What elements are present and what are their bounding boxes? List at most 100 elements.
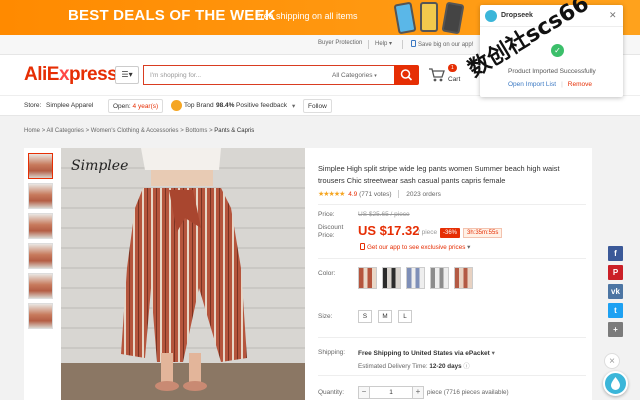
more-share-icon[interactable]: + [608, 322, 623, 337]
product-thumbnail[interactable] [28, 303, 53, 329]
menu-icon: ☰▾ [121, 70, 133, 79]
product-thumbnail[interactable] [28, 183, 53, 209]
breadcrumb: Home > All Categories > Women's Clothing… [24, 128, 255, 134]
color-swatch[interactable] [406, 267, 425, 289]
app-exclusive-link[interactable]: Get our app to see exclusive prices ▾ [360, 243, 470, 251]
quantity-increase-button[interactable]: + [412, 386, 424, 399]
open-import-list-link[interactable]: Open Import List [508, 81, 556, 88]
page: BEST DEALS OF THE WEEK Free shipping on … [0, 0, 640, 400]
original-price: US $25.65 / piece [358, 211, 410, 218]
dropseek-icon [611, 377, 620, 390]
discount-badge: -36% [440, 228, 461, 238]
size-option-s[interactable]: S [358, 310, 372, 323]
top-brand-medal-icon [171, 100, 182, 111]
breadcrumb-bottoms[interactable]: Bottoms [185, 128, 207, 134]
app-promo-link[interactable]: Save big on our app! [411, 40, 473, 48]
cart-label: Cart [448, 76, 461, 83]
shipping-method[interactable]: Free Shipping to United States via ePack… [358, 349, 495, 357]
discount-price: US $17.32 [358, 223, 420, 238]
color-swatch[interactable] [382, 267, 401, 289]
store-bar: Store: Simplee Apparel Open: 4 year(s) T… [0, 95, 640, 116]
aliexpress-logo[interactable]: AliExpress [24, 64, 118, 86]
divider [318, 375, 586, 376]
store-open-badge: Open: 4 year(s) [108, 99, 164, 113]
color-label: Color: [318, 270, 336, 277]
cart-button[interactable]: 1 Cart [428, 64, 468, 85]
popup-actions: Open Import List | Remove [508, 81, 592, 88]
vk-share-icon[interactable]: vk [608, 284, 623, 299]
quantity-availability: piece (7716 pieces available) [427, 389, 509, 396]
divider [318, 204, 586, 205]
follow-button[interactable]: Follow [303, 99, 332, 113]
chevron-down-icon[interactable]: ▾ [292, 102, 295, 110]
discount-price-label-2: Price: [318, 232, 335, 239]
product-photo [61, 148, 305, 400]
color-swatch[interactable] [454, 267, 473, 289]
breadcrumb-all-categories[interactable]: All Categories [47, 128, 84, 134]
chevron-down-icon: ▾ [467, 244, 471, 251]
size-option-l[interactable]: L [398, 310, 412, 323]
top-brand-label: Top Brand [184, 102, 214, 109]
votes-link[interactable]: (771 votes) [359, 191, 392, 198]
help-label: Help [375, 41, 388, 47]
per-piece-label: / piece [418, 229, 438, 236]
search-input[interactable]: I'm shopping for... [143, 65, 326, 85]
product-thumbnail[interactable] [28, 213, 53, 239]
cart-count-badge: 1 [448, 64, 457, 72]
price-label: Price: [318, 211, 335, 218]
delivery-time: Estimated Delivery Time: 12-20 days ⓘ [358, 363, 470, 370]
shipping-label: Shipping: [318, 349, 346, 356]
banner-subtitle: Free shipping on all items [255, 11, 358, 21]
size-label: Size: [318, 313, 333, 320]
store-name-link[interactable]: Simplee Apparel [46, 102, 93, 109]
product-thumbnail[interactable] [28, 153, 53, 179]
quantity-decrease-button[interactable]: − [358, 386, 370, 399]
search-icon [400, 69, 413, 81]
help-link[interactable]: Help ▾ [375, 40, 392, 47]
size-option-m[interactable]: M [378, 310, 392, 323]
feedback-label: Positive feedback [236, 102, 287, 109]
breadcrumb-current[interactable]: Pants & Capris [214, 128, 254, 134]
search-category-select[interactable]: All Categories ▾ [326, 65, 394, 85]
rating-stars-icon: ★★★★★ [318, 191, 345, 198]
discount-price-label-1: Discount [318, 224, 344, 231]
app-promo-label: Save big on our app! [418, 42, 474, 48]
cart-icon [429, 68, 445, 82]
phone-icon [411, 40, 416, 47]
rating-row: ★★★★★ 4.9 (771 votes) 2023 orders [318, 190, 441, 199]
breadcrumb-womens[interactable]: Women's Clothing & Accessories [91, 128, 179, 134]
search-button[interactable] [394, 65, 419, 85]
remove-link[interactable]: Remove [568, 81, 592, 88]
product-card: Simplee Simplee High split stripe wide l… [24, 148, 592, 400]
quantity-label: Quantity: [318, 389, 345, 396]
product-main-image[interactable]: Simplee [61, 148, 305, 400]
close-icon[interactable]: × [604, 353, 620, 369]
divider [318, 337, 586, 338]
facebook-share-icon[interactable]: f [608, 246, 623, 261]
countdown-timer: 3h:35m:55s [463, 228, 503, 238]
buyer-protection-link[interactable]: Buyer Protection [318, 40, 362, 46]
color-swatch[interactable] [358, 267, 377, 289]
product-thumbnail[interactable] [28, 243, 53, 269]
dropseek-fab-button[interactable] [603, 371, 628, 396]
breadcrumb-home[interactable]: Home [24, 128, 40, 134]
feedback-percent: 98.4% [216, 102, 235, 109]
product-thumbnail[interactable] [28, 273, 53, 299]
pinterest-share-icon[interactable]: P [608, 265, 623, 280]
store-label: Store: [24, 102, 42, 109]
rating-value: 4.9 [348, 191, 358, 198]
banner-phones-image [390, 1, 480, 35]
category-menu-button[interactable]: ☰▾ [115, 66, 139, 84]
divider [368, 40, 369, 49]
banner-title: BEST DEALS OF THE WEEK [68, 7, 276, 24]
color-swatch[interactable] [430, 267, 449, 289]
quantity-input[interactable]: 1 [370, 386, 412, 399]
brand-overlay: Simplee [71, 158, 129, 174]
info-icon[interactable]: ⓘ [463, 363, 469, 370]
divider [402, 40, 403, 49]
chevron-down-icon: ▾ [374, 73, 377, 79]
twitter-share-icon[interactable]: t [608, 303, 623, 318]
orders-count: 2023 orders [406, 191, 441, 198]
close-icon[interactable]: ✕ [609, 10, 617, 21]
success-check-icon: ✓ [551, 44, 564, 57]
